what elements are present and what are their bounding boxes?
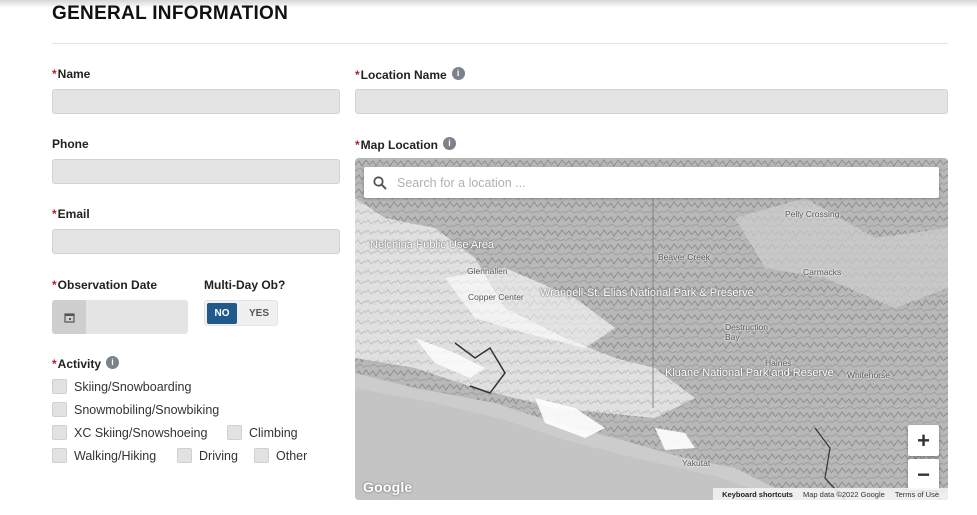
activity-checkbox-walking[interactable]: Walking/Hiking (52, 448, 156, 463)
keyboard-shortcuts-link[interactable]: Keyboard shortcuts (722, 490, 793, 499)
zoom-in-button[interactable]: + (908, 425, 939, 456)
map-terrain[interactable] (355, 158, 948, 500)
observation-date-field[interactable] (52, 300, 188, 334)
map-location-label: *Map Location i (355, 137, 457, 152)
map-place-label: Glennallen (467, 266, 508, 276)
map-place-label: Yakutat (682, 458, 711, 468)
activity-checkbox-driving[interactable]: Driving (177, 448, 238, 463)
activity-checkbox-snowmobiling[interactable]: Snowmobiling/Snowbiking (52, 402, 219, 417)
location-name-label-text: Location Name (360, 68, 447, 82)
required-marker: * (52, 278, 57, 292)
map-place-label: Whitehorse (847, 370, 890, 380)
checkbox-box[interactable] (254, 448, 269, 463)
map-widget[interactable]: Pelly Crossing Nelchina Public Use Area … (355, 158, 948, 500)
checkbox-label: Skiing/Snowboarding (74, 379, 192, 394)
checkbox-label: XC Skiing/Snowshoeing (74, 425, 208, 440)
map-place-label: Wrangell-St. Elias National Park & Prese… (540, 288, 754, 299)
required-marker: * (52, 67, 57, 81)
location-name-input[interactable] (355, 89, 948, 114)
phone-input[interactable] (52, 159, 340, 184)
map-search-input[interactable] (397, 175, 897, 190)
info-icon[interactable]: i (451, 67, 465, 80)
checkbox-label: Snowmobiling/Snowbiking (74, 402, 220, 417)
checkbox-box[interactable] (52, 448, 67, 463)
checkbox-box[interactable] (52, 425, 67, 440)
map-place-label: Nelchina Public Use Area (370, 240, 494, 251)
checkbox-box[interactable] (227, 425, 242, 440)
map-data-credit: Map data ©2022 Google (802, 489, 885, 499)
name-label: *Name (52, 67, 90, 81)
map-place-label: Beaver Creek (658, 252, 710, 262)
map-attribution: Keyboard shortcuts Map data ©2022 Google… (713, 488, 948, 500)
zoom-out-button[interactable]: − (908, 459, 939, 490)
map-place-label: Destruction Bay (725, 322, 768, 342)
multi-day-no-option[interactable]: NO (207, 303, 237, 324)
terms-link[interactable]: Terms of Use (895, 490, 939, 499)
required-marker: * (355, 138, 360, 152)
search-icon (373, 175, 387, 190)
multi-day-label: Multi-Day Ob? (204, 278, 286, 292)
checkbox-box[interactable] (52, 379, 67, 394)
email-input[interactable] (52, 229, 340, 254)
map-location-label-text: Map Location (360, 138, 439, 152)
email-label: *Email (52, 207, 90, 221)
required-marker: * (52, 207, 57, 221)
required-marker: * (355, 68, 360, 82)
required-marker: * (52, 357, 57, 371)
map-place-label: Carmacks (803, 267, 842, 277)
section-divider (52, 43, 948, 44)
name-label-text: Name (57, 67, 91, 81)
activity-checkbox-skiing[interactable]: Skiing/Snowboarding (52, 379, 191, 394)
calendar-icon[interactable] (52, 300, 86, 334)
activity-label: *Activity i (52, 356, 120, 371)
activity-label-text: Activity (57, 357, 102, 371)
checkbox-label: Other (276, 448, 308, 463)
map-place-label: Pelly Crossing (785, 209, 840, 219)
phone-label: Phone (52, 137, 89, 151)
multi-day-yes-option[interactable]: YES (242, 303, 276, 324)
checkbox-label: Driving (199, 448, 238, 463)
activity-checkbox-xc-skiing[interactable]: XC Skiing/Snowshoeing (52, 425, 207, 440)
checkbox-label: Climbing (249, 425, 298, 440)
section-title: GENERAL INFORMATION (52, 3, 289, 24)
name-input[interactable] (52, 89, 340, 114)
checkbox-label: Walking/Hiking (74, 448, 157, 463)
multi-day-toggle[interactable]: NO YES (204, 300, 278, 326)
observation-date-label: *Observation Date (52, 278, 157, 292)
checkbox-box[interactable] (177, 448, 192, 463)
observation-date-label-text: Observation Date (57, 278, 158, 292)
checkbox-box[interactable] (52, 402, 67, 417)
email-label-text: Email (57, 207, 90, 221)
info-icon[interactable]: i (106, 356, 120, 369)
map-place-label: Copper Center (468, 292, 524, 302)
info-icon[interactable]: i (443, 137, 457, 150)
google-logo: Google (363, 479, 413, 495)
map-search-box[interactable] (364, 167, 939, 198)
activity-checkbox-climbing[interactable]: Climbing (227, 425, 298, 440)
activity-checkbox-other[interactable]: Other (254, 448, 307, 463)
map-place-label: Kluane National Park and Reserve (665, 368, 834, 379)
location-name-label: *Location Name i (355, 67, 465, 82)
